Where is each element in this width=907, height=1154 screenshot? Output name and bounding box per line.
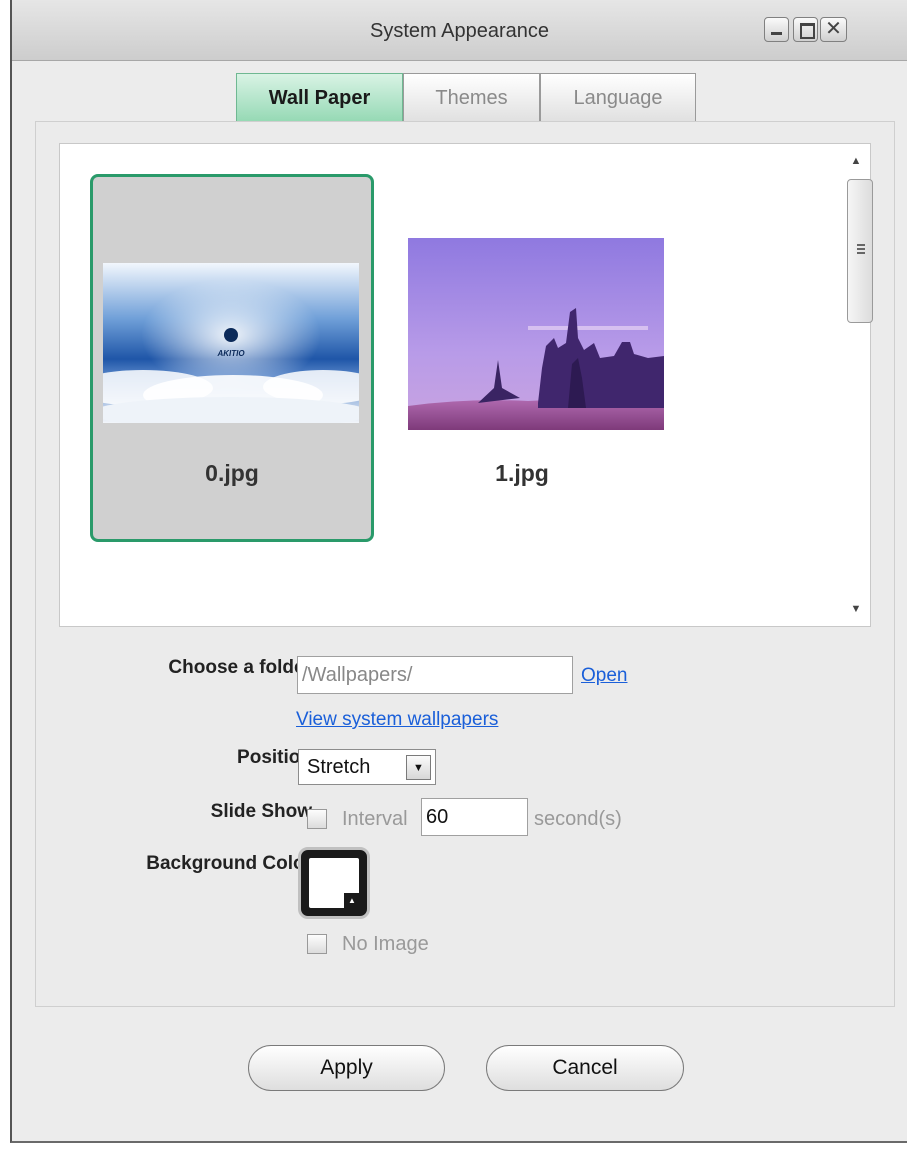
color-picker-arrow-icon: ▲: [344, 893, 360, 909]
wallpaper-gallery: AKITIO 0.jpg 1.jpg ▲ ▼: [59, 143, 873, 627]
scroll-up-icon[interactable]: ▲: [842, 148, 870, 174]
close-icon: ✕: [825, 18, 842, 40]
apply-button[interactable]: Apply: [248, 1045, 445, 1091]
maximize-button[interactable]: [793, 17, 818, 42]
slideshow-checkbox[interactable]: [307, 809, 327, 829]
no-image-label: No Image: [342, 933, 429, 955]
open-link[interactable]: Open: [581, 665, 627, 687]
wallpaper-caption-0: 0.jpg: [205, 460, 259, 486]
wallpaper-caption-1: 1.jpg: [495, 460, 549, 486]
interval-label: Interval: [342, 808, 408, 830]
slideshow-label: Slide Show: [210, 801, 312, 822]
no-image-checkbox[interactable]: [307, 934, 327, 954]
close-button[interactable]: ✕: [820, 17, 847, 42]
wallpaper-thumbnail-1: [408, 238, 664, 430]
interval-unit-label: second(s): [534, 808, 622, 830]
position-label: Position: [237, 747, 312, 768]
interval-input[interactable]: [421, 798, 528, 836]
cancel-button[interactable]: Cancel: [486, 1045, 684, 1091]
gallery-scrollbar[interactable]: ▲ ▼: [842, 144, 873, 626]
grip-icon: [857, 244, 865, 254]
chevron-down-icon[interactable]: ▼: [406, 755, 431, 780]
position-select[interactable]: Stretch ▼: [298, 749, 436, 785]
minimize-button[interactable]: [764, 17, 789, 42]
wallpaper-thumbnail-0: AKITIO: [103, 263, 359, 423]
folder-path-input[interactable]: [297, 656, 573, 694]
tab-language[interactable]: Language: [540, 73, 696, 123]
wallpaper-item-1[interactable]: 1.jpg: [380, 174, 664, 542]
tab-themes[interactable]: Themes: [403, 73, 540, 123]
background-color-label: Background Color: [146, 853, 312, 874]
view-system-wallpapers-link[interactable]: View system wallpapers: [296, 709, 498, 731]
system-appearance-window: System Appearance ✕ Wall Paper Themes La…: [10, 0, 907, 1143]
akitio-logo-text: AKITIO: [216, 349, 245, 358]
wallpaper-panel: AKITIO 0.jpg 1.jpg ▲ ▼ Choose a folder /…: [35, 121, 895, 1007]
folder-label: Choose a folder: [168, 657, 312, 678]
scroll-down-icon[interactable]: ▼: [842, 596, 870, 622]
background-color-picker[interactable]: ▲: [298, 847, 370, 919]
scroll-thumb[interactable]: [847, 179, 873, 323]
position-value: Stretch: [307, 756, 371, 778]
wallpaper-item-0[interactable]: AKITIO 0.jpg: [90, 174, 374, 542]
title-bar[interactable]: System Appearance ✕: [12, 0, 907, 61]
tab-wall-paper[interactable]: Wall Paper: [236, 73, 403, 123]
